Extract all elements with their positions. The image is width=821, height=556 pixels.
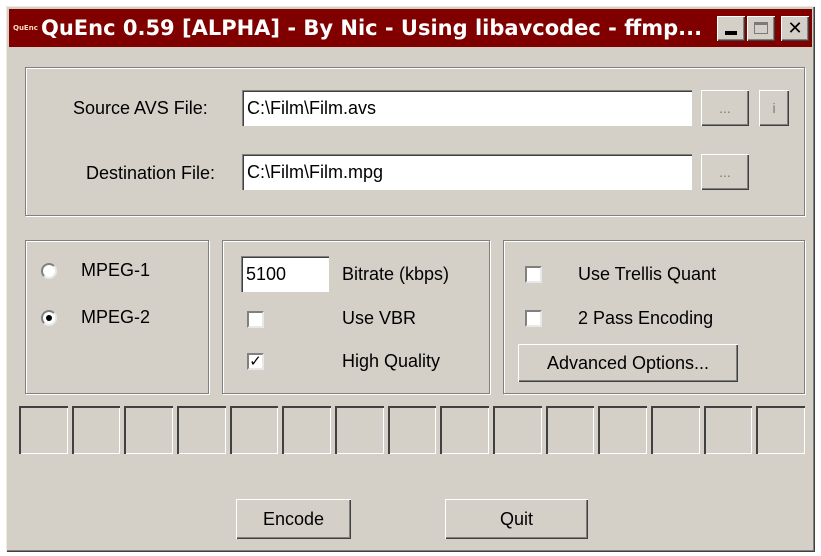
progress-segment <box>387 406 437 454</box>
quit-button[interactable]: Quit <box>445 499 588 539</box>
vbr-checkbox[interactable] <box>247 311 264 328</box>
high-quality-label[interactable]: High Quality <box>342 351 440 372</box>
close-icon: ✕ <box>787 17 803 39</box>
progress-segment <box>651 406 700 454</box>
source-avs-label: Source AVS File: <box>73 98 208 118</box>
progress-segment <box>703 406 753 454</box>
trellis-label[interactable]: Use Trellis Quant <box>578 264 716 285</box>
progress-segment <box>229 406 279 454</box>
progress-segment <box>493 406 542 454</box>
progress-segment <box>335 406 384 454</box>
minimize-button[interactable] <box>717 15 745 41</box>
quenc-window: QuEnc QuEnc 0.59 [ALPHA] - By Nic - Usin… <box>6 6 815 552</box>
bitrate-input[interactable]: 5100 <box>241 256 329 292</box>
two-pass-label[interactable]: 2 Pass Encoding <box>578 308 713 329</box>
progress-segment <box>598 406 648 454</box>
progress-segment <box>545 406 595 454</box>
radio-selected-dot <box>46 315 52 321</box>
app-icon: QuEnc <box>13 24 38 32</box>
destination-browse-button[interactable]: ... <box>701 154 749 190</box>
progress-segment <box>177 406 226 454</box>
bitrate-label: Bitrate (kbps) <box>342 264 450 284</box>
vbr-label[interactable]: Use VBR <box>342 308 416 329</box>
source-browse-button[interactable]: ... <box>701 90 749 126</box>
encode-button[interactable]: Encode <box>236 499 351 539</box>
advanced-options-button[interactable]: Advanced Options... <box>518 344 738 382</box>
progress-segment <box>282 406 332 454</box>
checkmark-icon: ✓ <box>249 352 262 370</box>
high-quality-checkbox[interactable]: ✓ <box>247 353 264 370</box>
mpeg2-radio[interactable] <box>41 310 57 326</box>
progress-bar <box>19 406 806 454</box>
progress-segment <box>19 406 68 454</box>
mpeg1-radio[interactable] <box>41 263 57 279</box>
maximize-icon <box>754 22 768 34</box>
title-bar[interactable]: QuEnc QuEnc 0.59 [ALPHA] - By Nic - Usin… <box>9 9 812 47</box>
info-button[interactable]: i <box>759 90 789 126</box>
progress-segment <box>756 406 806 454</box>
mpeg2-label[interactable]: MPEG-2 <box>81 307 150 328</box>
window-title: QuEnc 0.59 [ALPHA] - By Nic - Using liba… <box>41 16 703 40</box>
mpeg1-label[interactable]: MPEG-1 <box>81 260 150 281</box>
trellis-checkbox[interactable] <box>525 266 542 283</box>
close-button[interactable]: ✕ <box>781 15 809 41</box>
source-avs-input[interactable]: C:\Film\Film.avs <box>242 90 692 126</box>
destination-label: Destination File: <box>86 163 216 183</box>
progress-segment <box>124 406 174 454</box>
destination-input[interactable]: C:\Film\Film.mpg <box>242 154 692 190</box>
two-pass-checkbox[interactable] <box>525 310 542 327</box>
progress-segment <box>440 406 490 454</box>
progress-segment <box>71 406 121 454</box>
minimize-icon <box>725 31 737 35</box>
maximize-button[interactable] <box>747 15 775 41</box>
